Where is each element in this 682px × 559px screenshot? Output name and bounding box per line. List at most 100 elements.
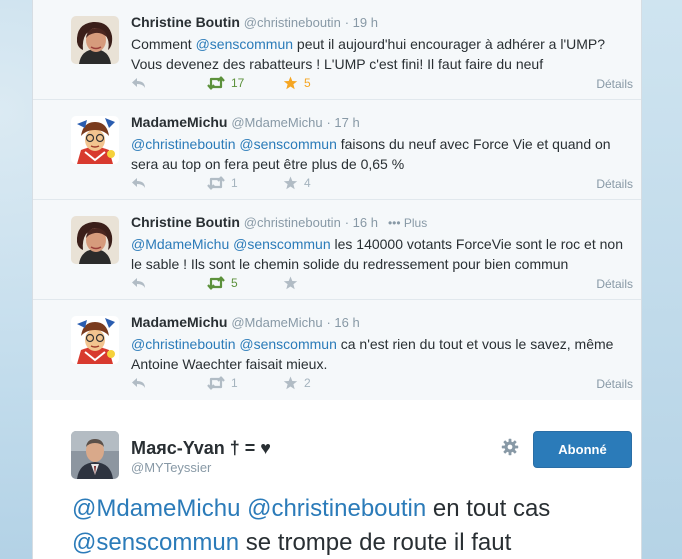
mention-link[interactable]: @senscommun [72,529,239,556]
retweet-icon [207,176,225,190]
following-button-label: Abonné [558,442,607,457]
favorite-count: 5 [304,76,311,90]
tweet-header: MadameMichu @MdameMichu · 16 h [131,314,360,330]
timestamp[interactable]: · 17 h [326,115,359,130]
tweet-actions: 5 Détails [131,276,633,292]
conversation-panel: Christine Boutin @christineboutin · 19 h… [32,0,642,400]
tweet-header: Christine Boutin @christineboutin · 16 h… [131,214,427,230]
tweet[interactable]: Christine Boutin @christineboutin · 16 h… [33,200,641,300]
tweet-text-line: @christineboutin @senscommun faisons du … [131,134,631,154]
tweet-text-line: sera au top on fera peut être plus de 0,… [131,154,631,174]
tweet-text-segment: en tout cas [426,495,551,522]
retweet-count: 5 [231,276,238,290]
tweet-text: @MdameMichu @senscommun les 140000 votan… [131,234,631,274]
tweet-text-line: @senscommun se trompe de route il faut [72,526,642,559]
retweet-action[interactable]: 17 [207,76,244,90]
favorite-icon [283,276,298,290]
tweet-text-line: @MdameMichu @senscommun les 140000 votan… [131,234,631,254]
mention-link[interactable]: @christineboutin [131,336,236,352]
reply-icon[interactable] [131,76,147,90]
favorite-action[interactable]: 5 [283,76,311,90]
user-display-name[interactable]: Christine Boutin [131,14,240,30]
user-handle[interactable]: @MYTeyssier [131,460,211,475]
mention-link[interactable]: @senscommun [196,36,293,52]
tweet-text-line: le sable ! Ils sont le chemin solide du … [131,254,631,274]
reply-icon[interactable] [131,376,147,390]
tweet-header: MadameMichu @MdameMichu · 17 h [131,114,360,130]
retweet-count: 17 [231,76,245,90]
favorite-count: 4 [304,176,311,190]
tweet-text-segment: Comment [131,36,196,52]
tweet-text-line: Vous devenez des rabatteurs ! L'UMP c'es… [131,54,631,74]
tweet-text-segment: peut il aujourd'hui encourager à adhérer… [293,36,606,52]
tweet[interactable]: Christine Boutin @christineboutin · 19 h… [33,0,641,100]
mention-link[interactable]: @christineboutin [247,495,426,522]
mention-link[interactable]: @MdameMichu [72,495,240,522]
favorite-count: 2 [304,376,311,390]
details-link[interactable]: Détails [596,277,633,291]
favorite-icon [283,376,298,390]
mention-link[interactable]: @christineboutin [131,136,236,152]
tweet-text-segment: Antoine Waechter faisait mieux. [131,356,328,372]
retweet-count: 1 [231,176,238,190]
tweet-actions: 1 2 Détails [131,376,633,392]
tweet-text: @MdameMichu @christineboutin en tout cas… [72,492,642,559]
gear-icon[interactable] [501,438,519,461]
user-handle[interactable]: @christineboutin [244,15,341,30]
retweet-icon [207,276,225,290]
tweet-text-segment: ca n'est rien du tout et vous le savez, … [336,336,614,352]
timestamp[interactable]: · 16 h [326,315,359,330]
tweet-text: @christineboutin @senscommun ca n'est ri… [131,334,631,374]
reply-icon[interactable] [131,276,147,290]
mention-link[interactable]: @senscommun [239,136,336,152]
favorite-icon [283,176,298,190]
details-link[interactable]: Détails [596,377,633,391]
timestamp[interactable]: · 19 h [345,15,378,30]
mention-link[interactable]: @senscommun [239,336,336,352]
favorite-icon [283,76,298,90]
tweet-actions: 17 5 Détails [131,76,633,92]
retweet-count: 1 [231,376,238,390]
tweet-text-segment: sera au top on fera peut être plus de 0,… [131,156,405,172]
focused-tweet: Маяс-Yvan † = ♥ @MYTeyssier Abonné @Mdam… [32,400,642,559]
avatar[interactable] [71,316,119,364]
avatar[interactable] [71,216,119,264]
details-link[interactable]: Détails [596,177,633,191]
background-right [642,0,682,559]
avatar[interactable] [71,116,119,164]
details-link[interactable]: Détails [596,77,633,91]
more-menu[interactable]: ••• Plus [388,216,427,230]
tweet-text-line: Antoine Waechter faisait mieux. [131,354,631,374]
user-display-name[interactable]: MadameMichu [131,114,227,130]
background-left [0,0,32,559]
tweet-text-segment: Vous devenez des rabatteurs ! L'UMP c'es… [131,56,544,72]
user-handle[interactable]: @MdameMichu [231,115,322,130]
mention-link[interactable]: @MdameMichu [131,236,229,252]
retweet-action[interactable]: 5 [207,276,238,290]
user-handle[interactable]: @christineboutin [244,215,341,230]
retweet-action[interactable]: 1 [207,376,238,390]
tweet-text: Comment @senscommun peut il aujourd'hui … [131,34,631,74]
timestamp[interactable]: · 16 h [345,215,378,230]
retweet-action[interactable]: 1 [207,176,238,190]
avatar[interactable] [71,431,119,479]
retweet-icon [207,76,225,90]
mention-link[interactable]: @senscommun [233,236,330,252]
user-display-name[interactable]: MadameMichu [131,314,227,330]
tweet[interactable]: MadameMichu @MdameMichu · 16 h @christine… [33,300,641,400]
user-handle[interactable]: @MdameMichu [231,315,322,330]
favorite-action[interactable]: 4 [283,176,311,190]
tweet-text-segment: se trompe de route il faut [239,529,512,556]
reply-icon[interactable] [131,176,147,190]
tweet-text-segment: les 140000 votants ForceVie sont le roc … [330,236,623,252]
tweet[interactable]: MadameMichu @MdameMichu · 17 h @christine… [33,100,641,200]
tweet-header: Christine Boutin @christineboutin · 19 h [131,14,378,30]
favorite-action[interactable]: 2 [283,376,311,390]
tweet-text-line: Comment @senscommun peut il aujourd'hui … [131,34,631,54]
following-button[interactable]: Abonné [533,431,632,468]
tweet-actions: 1 4 Détails [131,176,633,192]
user-display-name[interactable]: Christine Boutin [131,214,240,230]
favorite-action[interactable] [283,276,298,290]
user-display-name[interactable]: Маяс-Yvan † = ♥ [131,438,271,459]
avatar[interactable] [71,16,119,64]
